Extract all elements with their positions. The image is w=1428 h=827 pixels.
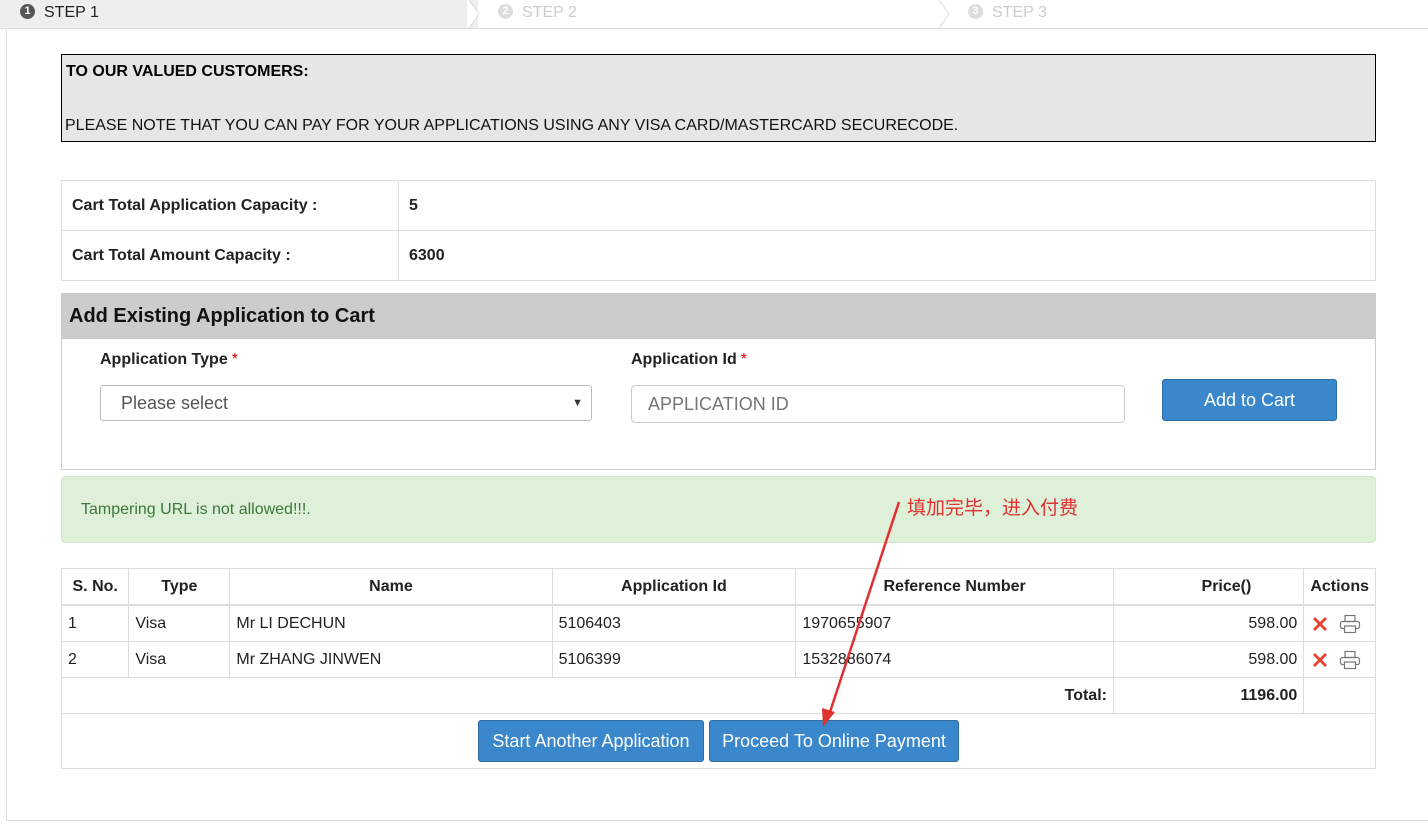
total-label: Total: bbox=[61, 677, 1114, 714]
header-actions: Actions bbox=[1303, 568, 1376, 606]
step-2-label: STEP 2 bbox=[522, 4, 577, 21]
header-application-id: Application Id bbox=[551, 568, 797, 606]
application-id-label-text: Application Id bbox=[631, 351, 737, 368]
panel-title: Add Existing Application to Cart bbox=[62, 294, 1375, 339]
step-2-number: 2 bbox=[498, 4, 513, 20]
cell-name: Mr LI DECHUN bbox=[229, 604, 553, 642]
table-row: 2 Visa Mr ZHANG JINWEN 5106399 153288607… bbox=[60, 641, 1376, 678]
cell-actions bbox=[1303, 604, 1376, 642]
total-empty-cell bbox=[1303, 677, 1376, 714]
delete-icon[interactable] bbox=[1310, 650, 1330, 670]
cell-name: Mr ZHANG JINWEN bbox=[229, 641, 553, 678]
step-1-label: STEP 1 bbox=[44, 4, 99, 21]
alert-message: Tampering URL is not allowed!!!. bbox=[81, 501, 311, 518]
application-id-input[interactable] bbox=[631, 385, 1125, 423]
cell-price: 598.00 bbox=[1112, 641, 1305, 678]
customer-notice: TO OUR VALUED CUSTOMERS: PLEASE NOTE THA… bbox=[61, 54, 1376, 142]
step-1[interactable]: 1 STEP 1 bbox=[0, 0, 479, 28]
cell-application-id: 5106403 bbox=[551, 604, 797, 642]
cell-reference-number: 1532886074 bbox=[795, 641, 1114, 678]
cell-type: Visa bbox=[128, 641, 231, 678]
delete-icon[interactable] bbox=[1310, 614, 1330, 634]
step-3[interactable]: 3 STEP 3 bbox=[948, 0, 1428, 28]
required-mark: * bbox=[740, 351, 748, 368]
annotation-note: 填加完毕，进入付费 bbox=[907, 497, 1079, 519]
cell-application-id: 5106399 bbox=[551, 641, 797, 678]
cell-sno: 1 bbox=[60, 604, 130, 642]
application-type-select[interactable]: Please select ▼ bbox=[100, 385, 592, 421]
step-3-number: 3 bbox=[968, 4, 983, 20]
application-id-label: Application Id * bbox=[631, 351, 747, 369]
application-type-label: Application Type * bbox=[100, 351, 238, 369]
capacity-app-label: Cart Total Application Capacity : bbox=[61, 180, 399, 231]
total-row: Total: 1196.00 bbox=[61, 677, 1376, 714]
start-another-application-button[interactable]: Start Another Application bbox=[478, 720, 704, 762]
step-1-number: 1 bbox=[20, 4, 35, 20]
cell-reference-number: 1970655907 bbox=[795, 604, 1114, 642]
header-sno: S. No. bbox=[60, 568, 130, 606]
header-reference-number: Reference Number bbox=[795, 568, 1114, 606]
notice-title: TO OUR VALUED CUSTOMERS: bbox=[66, 63, 309, 80]
capacity-amount-value: 6300 bbox=[398, 230, 1376, 281]
capacity-row-amount: Cart Total Amount Capacity : 6300 bbox=[61, 230, 1376, 281]
capacity-amount-label: Cart Total Amount Capacity : bbox=[61, 230, 399, 281]
required-mark: * bbox=[231, 351, 238, 368]
add-application-panel: Add Existing Application to Cart Applica… bbox=[61, 293, 1376, 470]
cart-capacity-table: Cart Total Application Capacity : 5 Cart… bbox=[61, 180, 1376, 281]
step-2[interactable]: 2 STEP 2 bbox=[478, 0, 949, 28]
header-name: Name bbox=[229, 568, 553, 606]
dropdown-caret-icon: ▼ bbox=[572, 397, 583, 409]
capacity-row-application: Cart Total Application Capacity : 5 bbox=[61, 180, 1376, 231]
header-type: Type bbox=[128, 568, 231, 606]
total-value: 1196.00 bbox=[1112, 677, 1305, 714]
cell-price: 598.00 bbox=[1112, 604, 1305, 642]
table-header-row: S. No. Type Name Application Id Referenc… bbox=[60, 568, 1376, 606]
cell-actions bbox=[1303, 641, 1376, 678]
print-icon[interactable] bbox=[1339, 650, 1361, 670]
header-price: Price() bbox=[1112, 568, 1305, 606]
cell-sno: 2 bbox=[60, 641, 130, 678]
step-3-label: STEP 3 bbox=[992, 4, 1047, 21]
notice-text: PLEASE NOTE THAT YOU CAN PAY FOR YOUR AP… bbox=[65, 117, 959, 134]
capacity-app-value: 5 bbox=[398, 180, 1376, 231]
cell-type: Visa bbox=[128, 604, 231, 642]
add-to-cart-button[interactable]: Add to Cart bbox=[1162, 379, 1337, 421]
alert-message-box: Tampering URL is not allowed!!!. bbox=[61, 476, 1376, 543]
application-type-selected: Please select bbox=[121, 393, 229, 413]
proceed-to-online-payment-button[interactable]: Proceed To Online Payment bbox=[709, 720, 959, 762]
table-row: 1 Visa Mr LI DECHUN 5106403 1970655907 5… bbox=[60, 604, 1376, 642]
application-type-label-text: Application Type bbox=[100, 351, 228, 368]
step-wizard: 1 STEP 1 2 STEP 2 3 STEP 3 bbox=[0, 0, 1428, 29]
print-icon[interactable] bbox=[1339, 614, 1361, 634]
